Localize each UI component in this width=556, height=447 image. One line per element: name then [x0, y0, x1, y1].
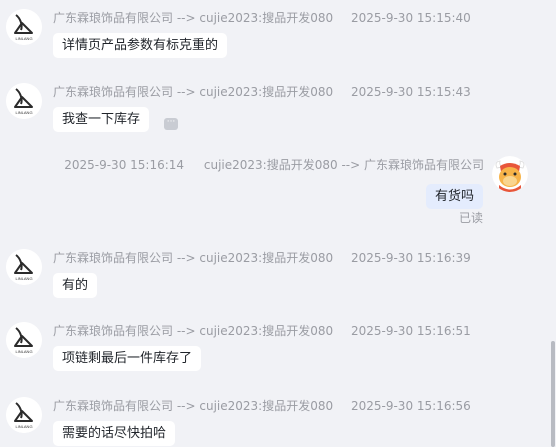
shop-avatar[interactable]: LINLANG [6, 83, 42, 119]
receiver-name: cujie2023:搜品开发080 [199, 251, 334, 265]
message-meta: 广东霖琅饰品有限公司 --> cujie2023:搜品开发080 2025-9-… [53, 251, 471, 265]
message-row: LINLANG 广东霖琅饰品有限公司 --> cujie2023:搜品开发080… [0, 321, 556, 379]
svg-text:LINLANG: LINLANG [15, 276, 32, 281]
arrow-separator: --> [176, 11, 196, 25]
message-time: 2025-9-30 15:16:51 [350, 324, 471, 338]
message-time: 2025-9-30 15:16:14 [64, 158, 185, 172]
message-row: 2025-9-30 15:16:14 cujie2023:搜品开发080 -->… [0, 155, 556, 231]
linlang-logo-icon: LINLANG [6, 9, 42, 45]
message-meta: 广东霖琅饰品有限公司 --> cujie2023:搜品开发080 2025-9-… [53, 11, 471, 25]
sender-name: 广东霖琅饰品有限公司 [53, 324, 174, 338]
message-meta: 广东霖琅饰品有限公司 --> cujie2023:搜品开发080 2025-9-… [53, 85, 471, 99]
cartoon-bull-icon [492, 156, 528, 192]
linlang-logo-icon: LINLANG [6, 249, 42, 285]
message-bubble[interactable]: 我查一下库存 [53, 107, 150, 132]
sender-name: 广东霖琅饰品有限公司 [53, 399, 174, 413]
receiver-name: cujie2023:搜品开发080 [199, 324, 334, 338]
ellipsis-icon[interactable]: ··· [164, 118, 178, 130]
linlang-logo-icon: LINLANG [6, 397, 42, 433]
arrow-separator: --> [176, 85, 196, 99]
sender-name: 广东霖琅饰品有限公司 [53, 251, 174, 265]
message-row: LINLANG 广东霖琅饰品有限公司 --> cujie2023:搜品开发080… [0, 396, 556, 447]
vertical-scrollbar[interactable] [551, 341, 555, 447]
message-bubble[interactable]: 详情页产品参数有标克重的 [53, 33, 228, 58]
shop-avatar[interactable]: LINLANG [6, 322, 42, 358]
shop-avatar[interactable]: LINLANG [6, 9, 42, 45]
svg-text:LINLANG: LINLANG [15, 36, 32, 41]
receiver-name: cujie2023:搜品开发080 [199, 399, 334, 413]
arrow-separator: --> [176, 399, 196, 413]
message-row: LINLANG 广东霖琅饰品有限公司 --> cujie2023:搜品开发080… [0, 82, 556, 140]
message-time: 2025-9-30 15:15:43 [350, 85, 471, 99]
svg-text:LINLANG: LINLANG [15, 424, 32, 429]
svg-text:LINLANG: LINLANG [15, 110, 32, 115]
shop-avatar[interactable]: LINLANG [6, 397, 42, 433]
user-avatar[interactable] [492, 156, 528, 192]
message-bubble[interactable]: 有的 [53, 273, 98, 298]
svg-text:LINLANG: LINLANG [15, 349, 32, 354]
receiver-name: cujie2023:搜品开发080 [199, 85, 334, 99]
sender-name: 广东霖琅饰品有限公司 [53, 11, 174, 25]
arrow-separator: --> [176, 251, 196, 265]
chat-history: LINLANG 广东霖琅饰品有限公司 --> cujie2023:搜品开发080… [0, 0, 556, 447]
receiver-name: 广东霖琅饰品有限公司 [363, 158, 484, 172]
message-time: 2025-9-30 15:15:40 [350, 11, 471, 25]
receiver-name: cujie2023:搜品开发080 [199, 11, 334, 25]
message-time: 2025-9-30 15:16:56 [350, 399, 471, 413]
message-meta: 广东霖琅饰品有限公司 --> cujie2023:搜品开发080 2025-9-… [53, 324, 471, 338]
arrow-separator: --> [341, 158, 361, 172]
message-bubble[interactable]: 有货吗 [425, 184, 483, 209]
shop-avatar[interactable]: LINLANG [6, 249, 42, 285]
message-row: LINLANG 广东霖琅饰品有限公司 --> cujie2023:搜品开发080… [0, 8, 556, 66]
message-time: 2025-9-30 15:16:39 [350, 251, 471, 265]
read-status: 已读 [458, 211, 483, 225]
linlang-logo-icon: LINLANG [6, 83, 42, 119]
sender-name: 广东霖琅饰品有限公司 [53, 85, 174, 99]
message-row: LINLANG 广东霖琅饰品有限公司 --> cujie2023:搜品开发080… [0, 248, 556, 306]
linlang-logo-icon: LINLANG [6, 322, 42, 358]
message-meta: 2025-9-30 15:16:14 cujie2023:搜品开发080 -->… [64, 158, 484, 172]
message-bubble[interactable]: 需要的话尽快拍哈 [53, 421, 176, 446]
message-meta: 广东霖琅饰品有限公司 --> cujie2023:搜品开发080 2025-9-… [53, 399, 471, 413]
sender-name: cujie2023:搜品开发080 [203, 158, 338, 172]
message-bubble[interactable]: 项链剩最后一件库存了 [53, 346, 202, 371]
arrow-separator: --> [176, 324, 196, 338]
